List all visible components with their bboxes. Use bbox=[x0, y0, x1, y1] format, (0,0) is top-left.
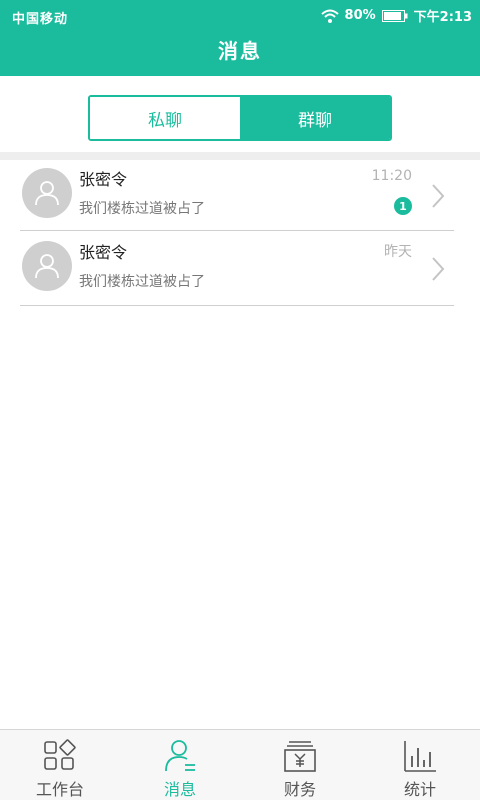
battery-icon bbox=[381, 9, 408, 22]
avatar bbox=[22, 241, 72, 291]
nav-label: 财务 bbox=[283, 780, 316, 799]
tab-private-chat[interactable]: 私聊 bbox=[90, 97, 240, 139]
chevron-right-icon bbox=[432, 257, 445, 281]
message-time: 11:20 bbox=[371, 168, 412, 184]
nav-label: 统计 bbox=[403, 780, 436, 799]
nav-messages[interactable]: 消息 bbox=[120, 730, 240, 800]
message-icon bbox=[165, 740, 195, 772]
header-bar: 中国移动 80% 下午2:13 消息 bbox=[0, 0, 480, 76]
page-title: 消息 bbox=[218, 39, 262, 63]
message-preview: 我们楼栋过道被占了 bbox=[79, 201, 205, 217]
message-time: 昨天 bbox=[384, 244, 412, 260]
contact-name: 张密令 bbox=[79, 243, 128, 262]
section-divider bbox=[0, 152, 480, 160]
status-bar: 中国移动 80% 下午2:13 bbox=[0, 0, 480, 32]
tab-strip: 私聊 群聊 bbox=[0, 84, 480, 152]
workbench-icon bbox=[44, 739, 76, 770]
nav-finance[interactable]: 财务 bbox=[240, 730, 360, 800]
battery-percent: 80% bbox=[344, 8, 376, 23]
wifi-icon bbox=[320, 9, 339, 23]
bottom-nav: 工作台 消息 财务 统计 bbox=[0, 729, 480, 800]
screen: 中国移动 80% 下午2:13 消息 私聊 群聊 张密令 我们楼栋过道被占了 1… bbox=[0, 0, 480, 800]
carrier-label: 中国移动 bbox=[12, 12, 69, 27]
message-list: 张密令 我们楼栋过道被占了 11:20 1 张密令 我们楼栋过道被占了 昨天 bbox=[0, 160, 480, 306]
chevron-right-icon bbox=[432, 184, 445, 208]
segmented-control: 私聊 群聊 bbox=[88, 95, 392, 141]
message-row[interactable]: 张密令 我们楼栋过道被占了 11:20 1 bbox=[20, 160, 454, 231]
user-icon bbox=[35, 181, 59, 206]
message-preview: 我们楼栋过道被占了 bbox=[79, 274, 205, 290]
contact-name: 张密令 bbox=[79, 170, 128, 189]
nav-label: 工作台 bbox=[35, 780, 84, 799]
user-icon bbox=[35, 254, 59, 279]
avatar bbox=[22, 168, 72, 218]
nav-statistics[interactable]: 统计 bbox=[360, 730, 480, 800]
statistics-icon bbox=[404, 741, 436, 772]
nav-workbench[interactable]: 工作台 bbox=[0, 730, 120, 800]
unread-badge: 1 bbox=[394, 197, 412, 215]
nav-label: 消息 bbox=[163, 780, 196, 799]
tab-group-chat[interactable]: 群聊 bbox=[240, 97, 390, 139]
clock: 下午2:13 bbox=[413, 10, 472, 25]
message-row[interactable]: 张密令 我们楼栋过道被占了 昨天 bbox=[20, 231, 454, 306]
finance-icon bbox=[284, 741, 316, 772]
status-right: 80% 下午2:13 bbox=[320, 6, 472, 25]
